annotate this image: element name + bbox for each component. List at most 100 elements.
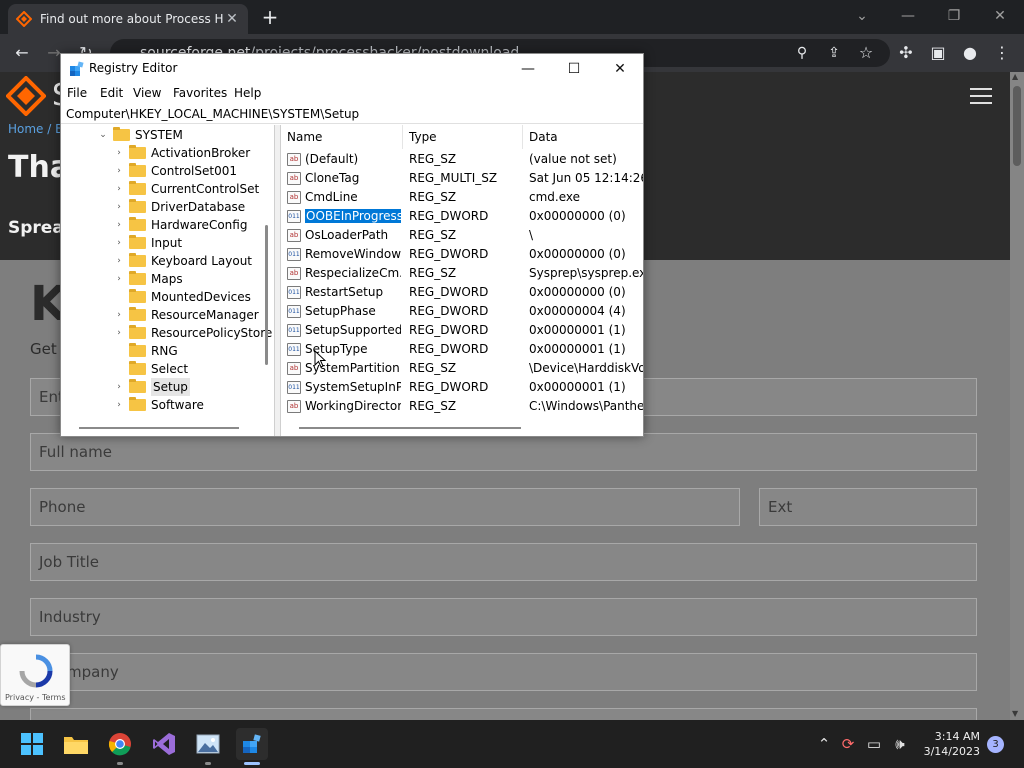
chevron-down-icon[interactable]: ⌄ [97,126,109,144]
chrome-menu-icon[interactable]: ⋮ [990,41,1014,65]
company-field[interactable]: mpany [30,653,977,691]
file-explorer-icon[interactable] [60,728,92,760]
tree-item[interactable]: › Setup [113,378,190,396]
visual-studio-icon[interactable] [148,728,180,760]
tree-item[interactable]: › DriverDatabase [113,198,245,216]
volume-icon[interactable]: 🕪 [890,734,910,754]
page-scrollbar[interactable]: ▲ ▼ [1010,72,1024,720]
chevron-right-icon[interactable]: › [113,252,125,270]
column-header-type[interactable]: Type [403,125,523,149]
chevron-right-icon[interactable]: › [113,216,125,234]
back-arrow-icon[interactable]: ← [10,41,34,65]
chevron-right-icon[interactable]: › [113,324,125,342]
registry-value-row[interactable]: ab CloneTag REG_MULTI_SZ Sat Jun 05 12:14:2… [281,169,643,188]
new-tab-button[interactable]: + [258,6,282,30]
sync-icon[interactable]: ⟳ [838,734,858,754]
browser-restore-button[interactable]: ❐ [934,2,974,30]
scrollbar-thumb[interactable] [1013,86,1021,166]
chevron-up-icon[interactable]: ⌃ [814,734,834,754]
tab-close-icon[interactable]: ✕ [224,11,240,27]
recaptcha-links[interactable]: Privacy - Terms [5,693,66,702]
recaptcha-badge[interactable]: Privacy - Terms [0,644,70,706]
registry-value-row[interactable]: 011 RestartSetup REG_DWORD 0x00000000 (0) [281,283,643,302]
registry-value-row[interactable]: 011 SetupSupported REG_DWORD 0x00000001 (1) [281,321,643,340]
regedit-close-button[interactable]: ✕ [597,54,643,84]
chevron-right-icon[interactable]: › [113,378,125,396]
regedit-minimize-button[interactable]: — [505,54,551,84]
chevron-right-icon[interactable]: › [113,306,125,324]
tree-item[interactable]: RNG [113,342,178,360]
registry-value-row[interactable]: ab (Default) REG_SZ (value not set) [281,150,643,169]
search-icon[interactable]: ⚲ [790,41,814,65]
chevron-right-icon[interactable]: › [113,396,125,414]
extensions-puzzle-icon[interactable]: ✣ [894,41,918,65]
registry-value-row[interactable]: 011 SystemSetupInP... REG_DWORD 0x00000001 … [281,378,643,397]
scroll-up-icon[interactable]: ▲ [1012,72,1018,81]
tree-item[interactable]: › Software [113,396,204,414]
registry-value-row[interactable]: 011 OOBEInProgress REG_DWORD 0x00000000 (0) [281,207,643,226]
taskbar-clock[interactable]: 3:14 AM 3/14/2023 [912,729,980,759]
menu-view[interactable]: View [133,86,161,100]
tree-item-system[interactable]: ⌄ SYSTEM [97,126,183,144]
tree-vertical-scrollbar[interactable] [265,225,268,365]
menu-help[interactable]: Help [234,86,261,100]
registry-value-row[interactable]: 011 SetupType REG_DWORD 0x00000001 (1) [281,340,643,359]
ext-field[interactable]: Ext [759,488,977,526]
notification-badge[interactable]: 3 [987,736,1004,753]
tree-horizontal-scrollbar[interactable] [79,427,239,429]
phone-field[interactable]: Phone [30,488,740,526]
tree-item[interactable]: › HardwareConfig [113,216,247,234]
regedit-titlebar[interactable]: Registry Editor — ☐ ✕ [61,54,643,84]
browser-minimize-button[interactable]: — [888,2,928,30]
chevron-right-icon[interactable]: › [113,198,125,216]
profile-avatar-icon[interactable]: ● [958,41,982,65]
menu-file[interactable]: File [67,86,87,100]
registry-value-row[interactable]: 011 RemoveWindow... REG_DWORD 0x00000000 (0… [281,245,643,264]
menu-favorites[interactable]: Favorites [173,86,227,100]
registry-tree-pane[interactable]: ⌄ SYSTEM › ActivationBroker › ControlSet001… [61,125,275,436]
bookmark-star-icon[interactable]: ☆ [854,41,878,65]
scroll-down-icon[interactable]: ▼ [1012,709,1018,718]
tree-item[interactable]: › Maps [113,270,183,288]
tree-item[interactable]: Select [113,360,188,378]
registry-value-row[interactable]: 011 SetupPhase REG_DWORD 0x00000004 (4) [281,302,643,321]
values-horizontal-scrollbar[interactable] [299,427,521,429]
registry-values-pane[interactable]: Name Type Data ab (Default) REG_SZ (value n… [281,125,643,436]
image-viewer-icon[interactable] [192,728,224,765]
chevron-right-icon[interactable]: › [113,162,125,180]
tab-search-icon[interactable]: ⌄ [842,2,882,30]
browser-tab[interactable]: Find out more about Process Hac ✕ [8,4,248,34]
next-form-field[interactable] [30,708,977,720]
tree-item[interactable]: › Keyboard Layout [113,252,252,270]
registry-value-row[interactable]: ab WorkingDirectory REG_SZ C:\Windows\Panth… [281,397,643,416]
registry-value-row[interactable]: ab SystemPartition REG_SZ \Device\HarddiskV… [281,359,643,378]
column-header-name[interactable]: Name [281,125,403,149]
browser-close-button[interactable]: ✕ [980,2,1020,30]
column-header-data[interactable]: Data [523,125,643,149]
chrome-taskbar-icon[interactable] [104,728,136,765]
tree-item[interactable]: MountedDevices [113,288,251,306]
side-panel-icon[interactable]: ▣ [926,41,950,65]
industry-field[interactable]: Industry [30,598,977,636]
tree-item[interactable]: › ResourcePolicyStore [113,324,272,342]
chevron-right-icon[interactable]: › [113,180,125,198]
chevron-right-icon[interactable]: › [113,144,125,162]
job-title-field[interactable]: Job Title [30,543,977,581]
registry-value-row[interactable]: ab CmdLine REG_SZ cmd.exe [281,188,643,207]
tree-item[interactable]: › Input [113,234,182,252]
regedit-maximize-button[interactable]: ☐ [551,54,597,84]
hamburger-menu-icon[interactable] [970,88,992,106]
menu-edit[interactable]: Edit [100,86,123,100]
regedit-taskbar-icon[interactable] [236,728,268,765]
network-icon[interactable]: ▭ [864,734,884,754]
tree-item[interactable]: › ActivationBroker [113,144,250,162]
registry-address-bar[interactable]: Computer\HKEY_LOCAL_MACHINE\SYSTEM\Setup [61,104,643,124]
sourceforge-logo-icon[interactable] [6,76,46,116]
registry-value-row[interactable]: ab RespecializeCm... REG_SZ Sysprep\sysprep… [281,264,643,283]
tree-item[interactable]: › ControlSet001 [113,162,237,180]
chevron-right-icon[interactable]: › [113,270,125,288]
windows-start-icon[interactable] [16,728,48,760]
chevron-right-icon[interactable]: › [113,234,125,252]
tree-item[interactable]: › ResourceManager [113,306,259,324]
full-name-field[interactable]: Full name [30,433,977,471]
